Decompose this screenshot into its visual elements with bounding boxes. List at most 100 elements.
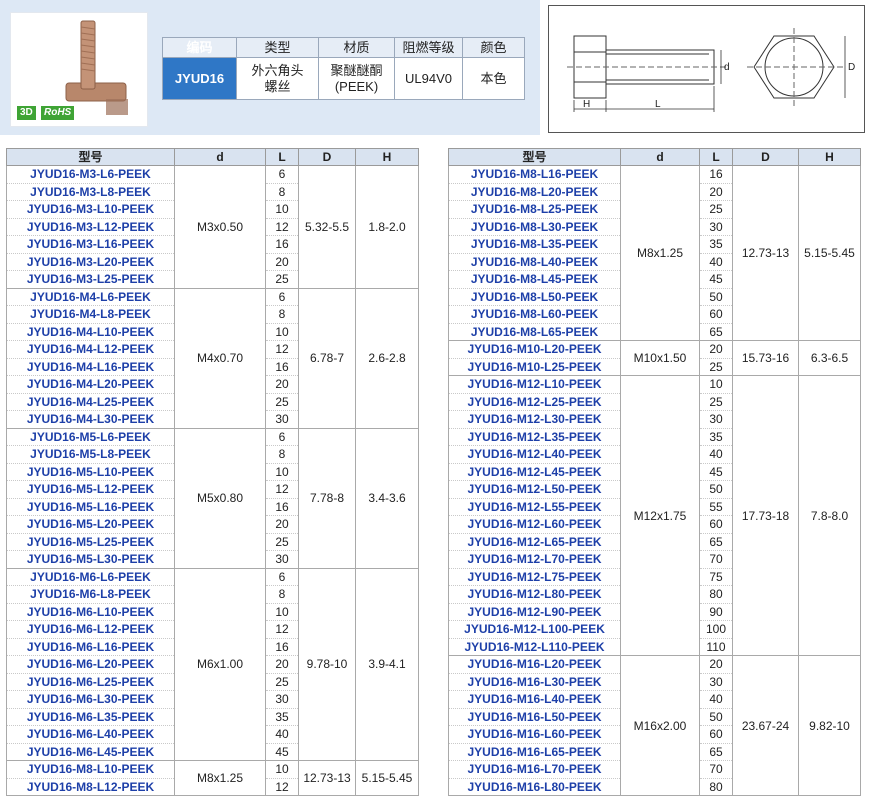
length-value: 20 bbox=[265, 375, 299, 394]
length-value: 8 bbox=[265, 585, 299, 604]
length-value: 10 bbox=[699, 375, 733, 394]
model-number: JYUD16-M8-L10-PEEK bbox=[6, 760, 175, 779]
length-value: 20 bbox=[699, 183, 733, 201]
length-value: 25 bbox=[265, 393, 299, 411]
model-number: JYUD16-M12-L30-PEEK bbox=[448, 410, 621, 429]
length-value: 25 bbox=[699, 393, 733, 411]
col-header-big-d: D bbox=[298, 148, 356, 166]
head-width: 7.78-8 bbox=[298, 428, 356, 569]
model-number: JYUD16-M12-L110-PEEK bbox=[448, 638, 621, 656]
head-height: 7.8-8.0 bbox=[798, 375, 861, 656]
model-number: JYUD16-M16-L80-PEEK bbox=[448, 778, 621, 796]
table-row: JYUD16-M6-L6-PEEK M6x1.00 6 9.78-10 3.9-4.1 bbox=[6, 568, 419, 761]
model-number: JYUD16-M12-L35-PEEK bbox=[448, 428, 621, 446]
length-value: 16 bbox=[265, 358, 299, 376]
length-value: 25 bbox=[699, 200, 733, 219]
model-number: JYUD16-M12-L10-PEEK bbox=[448, 375, 621, 394]
thread-size: M8x1.25 bbox=[620, 165, 700, 341]
spec-type-value: 外六角头 螺丝 bbox=[236, 57, 319, 100]
model-number: JYUD16-M3-L25-PEEK bbox=[6, 270, 175, 289]
model-number: JYUD16-M8-L12-PEEK bbox=[6, 778, 175, 796]
col-header-h: H bbox=[798, 148, 861, 166]
spec-color-value: 本色 bbox=[462, 57, 525, 100]
model-number: JYUD16-M12-L55-PEEK bbox=[448, 498, 621, 516]
thread-size: M4x0.70 bbox=[174, 288, 266, 429]
length-value: 12 bbox=[265, 778, 299, 796]
length-value: 30 bbox=[265, 410, 299, 429]
model-number: JYUD16-M3-L20-PEEK bbox=[6, 253, 175, 271]
model-number: JYUD16-M8-L40-PEEK bbox=[448, 253, 621, 271]
length-value: 45 bbox=[699, 270, 733, 289]
spec-header-material: 材质 bbox=[318, 37, 395, 58]
length-value: 40 bbox=[699, 690, 733, 709]
model-table-left: 型号 d L D H JYUD16-M3-L6-PEEK M3x0.50 6 5.32… bbox=[6, 148, 419, 796]
length-value: 10 bbox=[265, 760, 299, 779]
length-value: 45 bbox=[699, 463, 733, 481]
length-value: 25 bbox=[699, 358, 733, 376]
length-value: 50 bbox=[699, 708, 733, 726]
label-big-d: D bbox=[848, 62, 855, 73]
model-number: JYUD16-M3-L16-PEEK bbox=[6, 235, 175, 254]
length-value: 60 bbox=[699, 305, 733, 324]
length-value: 25 bbox=[265, 270, 299, 289]
model-number: JYUD16-M12-L40-PEEK bbox=[448, 445, 621, 464]
spec-code-value: JYUD16 bbox=[162, 57, 237, 100]
model-number: JYUD16-M6-L40-PEEK bbox=[6, 725, 175, 744]
model-number: JYUD16-M5-L30-PEEK bbox=[6, 550, 175, 569]
head-width: 17.73-18 bbox=[732, 375, 799, 656]
model-number: JYUD16-M4-L6-PEEK bbox=[6, 288, 175, 306]
model-number: JYUD16-M6-L45-PEEK bbox=[6, 743, 175, 761]
model-number: JYUD16-M6-L10-PEEK bbox=[6, 603, 175, 621]
model-number: JYUD16-M16-L50-PEEK bbox=[448, 708, 621, 726]
head-width: 5.32-5.5 bbox=[298, 165, 356, 289]
table-row: JYUD16-M4-L6-PEEK M4x0.70 6 6.78-7 2.6-2.8 bbox=[6, 288, 419, 429]
length-value: 65 bbox=[699, 533, 733, 551]
model-number: JYUD16-M4-L10-PEEK bbox=[6, 323, 175, 341]
thread-size: M8x1.25 bbox=[174, 760, 266, 796]
length-value: 30 bbox=[265, 690, 299, 709]
model-number: JYUD16-M5-L25-PEEK bbox=[6, 533, 175, 551]
head-width: 15.73-16 bbox=[732, 340, 799, 376]
model-number: JYUD16-M4-L30-PEEK bbox=[6, 410, 175, 429]
model-number: JYUD16-M12-L80-PEEK bbox=[448, 585, 621, 604]
length-value: 8 bbox=[265, 305, 299, 324]
length-value: 10 bbox=[265, 200, 299, 219]
model-number: JYUD16-M12-L45-PEEK bbox=[448, 463, 621, 481]
model-number: JYUD16-M8-L16-PEEK bbox=[448, 165, 621, 184]
length-value: 6 bbox=[265, 568, 299, 586]
length-value: 35 bbox=[699, 428, 733, 446]
col-header-d: d bbox=[620, 148, 700, 166]
length-value: 40 bbox=[699, 445, 733, 464]
spec-material-value: 聚醚醚酮 (PEEK) bbox=[318, 57, 395, 100]
length-value: 50 bbox=[699, 480, 733, 499]
table-header-row: 型号 d L D H bbox=[6, 148, 419, 166]
length-value: 75 bbox=[699, 568, 733, 586]
model-number: JYUD16-M6-L6-PEEK bbox=[6, 568, 175, 586]
model-number: JYUD16-M8-L45-PEEK bbox=[448, 270, 621, 289]
length-value: 25 bbox=[265, 673, 299, 691]
col-header-h: H bbox=[355, 148, 419, 166]
spec-header-color: 颜色 bbox=[462, 37, 525, 58]
length-value: 6 bbox=[265, 428, 299, 446]
model-number: JYUD16-M12-L90-PEEK bbox=[448, 603, 621, 621]
model-number: JYUD16-M8-L50-PEEK bbox=[448, 288, 621, 306]
head-width: 12.73-13 bbox=[732, 165, 799, 341]
length-value: 10 bbox=[265, 603, 299, 621]
thread-size: M5x0.80 bbox=[174, 428, 266, 569]
model-number: JYUD16-M5-L10-PEEK bbox=[6, 463, 175, 481]
table-row: JYUD16-M3-L6-PEEK M3x0.50 6 5.32-5.5 1.8-2.0 bbox=[6, 165, 419, 289]
label-d: d bbox=[724, 62, 730, 73]
model-number: JYUD16-M3-L8-PEEK bbox=[6, 183, 175, 201]
length-value: 10 bbox=[265, 323, 299, 341]
length-value: 20 bbox=[265, 655, 299, 674]
model-number: JYUD16-M8-L30-PEEK bbox=[448, 218, 621, 236]
model-number: JYUD16-M3-L10-PEEK bbox=[6, 200, 175, 219]
length-value: 50 bbox=[699, 288, 733, 306]
model-number: JYUD16-M4-L12-PEEK bbox=[6, 340, 175, 359]
head-height: 3.4-3.6 bbox=[355, 428, 419, 569]
model-number: JYUD16-M16-L20-PEEK bbox=[448, 655, 621, 674]
spec-header-type: 类型 bbox=[236, 37, 319, 58]
length-value: 30 bbox=[699, 410, 733, 429]
length-value: 6 bbox=[265, 288, 299, 306]
model-number: JYUD16-M12-L50-PEEK bbox=[448, 480, 621, 499]
